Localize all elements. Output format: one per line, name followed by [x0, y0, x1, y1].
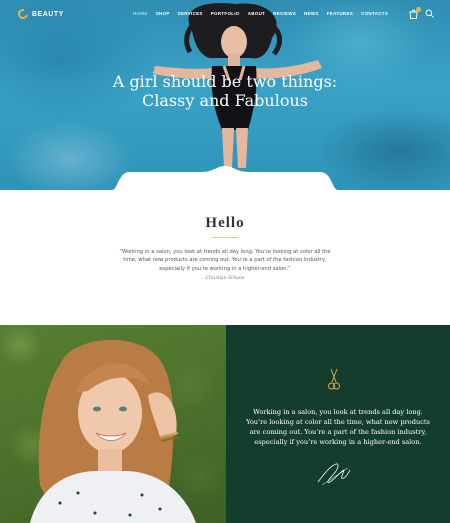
logo[interactable]: BEAUTY	[16, 7, 64, 21]
hero-heading-line-2: Classy and Fabulous	[142, 91, 308, 110]
ring-logo-icon	[16, 7, 30, 21]
search-icon[interactable]	[425, 9, 434, 18]
scissors-icon	[328, 368, 340, 390]
hero-section: BEAUTY HOME SHOP SERVICES PORTFOLIO ABOU…	[0, 0, 450, 190]
hero-heading: A girl should be two things: Classy and …	[0, 72, 450, 110]
top-navigation: BEAUTY HOME SHOP SERVICES PORTFOLIO ABOU…	[0, 0, 450, 28]
nav-item-home[interactable]: HOME	[133, 11, 148, 16]
hello-heading: Hello	[205, 215, 245, 231]
woman-portrait-illustration	[30, 339, 196, 523]
hello-section: Hello “Working in a salon, you look at t…	[0, 190, 450, 325]
portrait-photo	[0, 325, 226, 523]
cart-count-badge	[416, 7, 421, 12]
nav-item-contacts[interactable]: CONTACTS	[361, 11, 388, 16]
nav-item-shop[interactable]: SHOP	[156, 11, 170, 16]
hello-quote: “Working in a salon, you look at trends …	[119, 249, 331, 272]
brand-name: BEAUTY	[32, 10, 64, 18]
nav-item-reviews[interactable]: REVIEWS	[273, 11, 296, 16]
main-menu: HOME SHOP SERVICES PORTFOLIO ABOUT REVIE…	[133, 11, 388, 16]
feature-quote: Working in a salon, you look at trends a…	[246, 408, 430, 446]
nav-item-news[interactable]: NEWS	[304, 11, 319, 16]
quote-author: Christian Siriano	[205, 276, 245, 281]
heading-divider	[212, 237, 238, 238]
hero-heading-line-1: A girl should be two things:	[112, 72, 338, 91]
signature	[317, 463, 351, 486]
nav-item-about[interactable]: ABOUT	[248, 11, 266, 16]
nav-item-portfolio[interactable]: PORTFOLIO	[211, 11, 240, 16]
nav-item-services[interactable]: SERVICES	[178, 11, 203, 16]
nav-item-features[interactable]: FEATURES	[327, 11, 353, 16]
